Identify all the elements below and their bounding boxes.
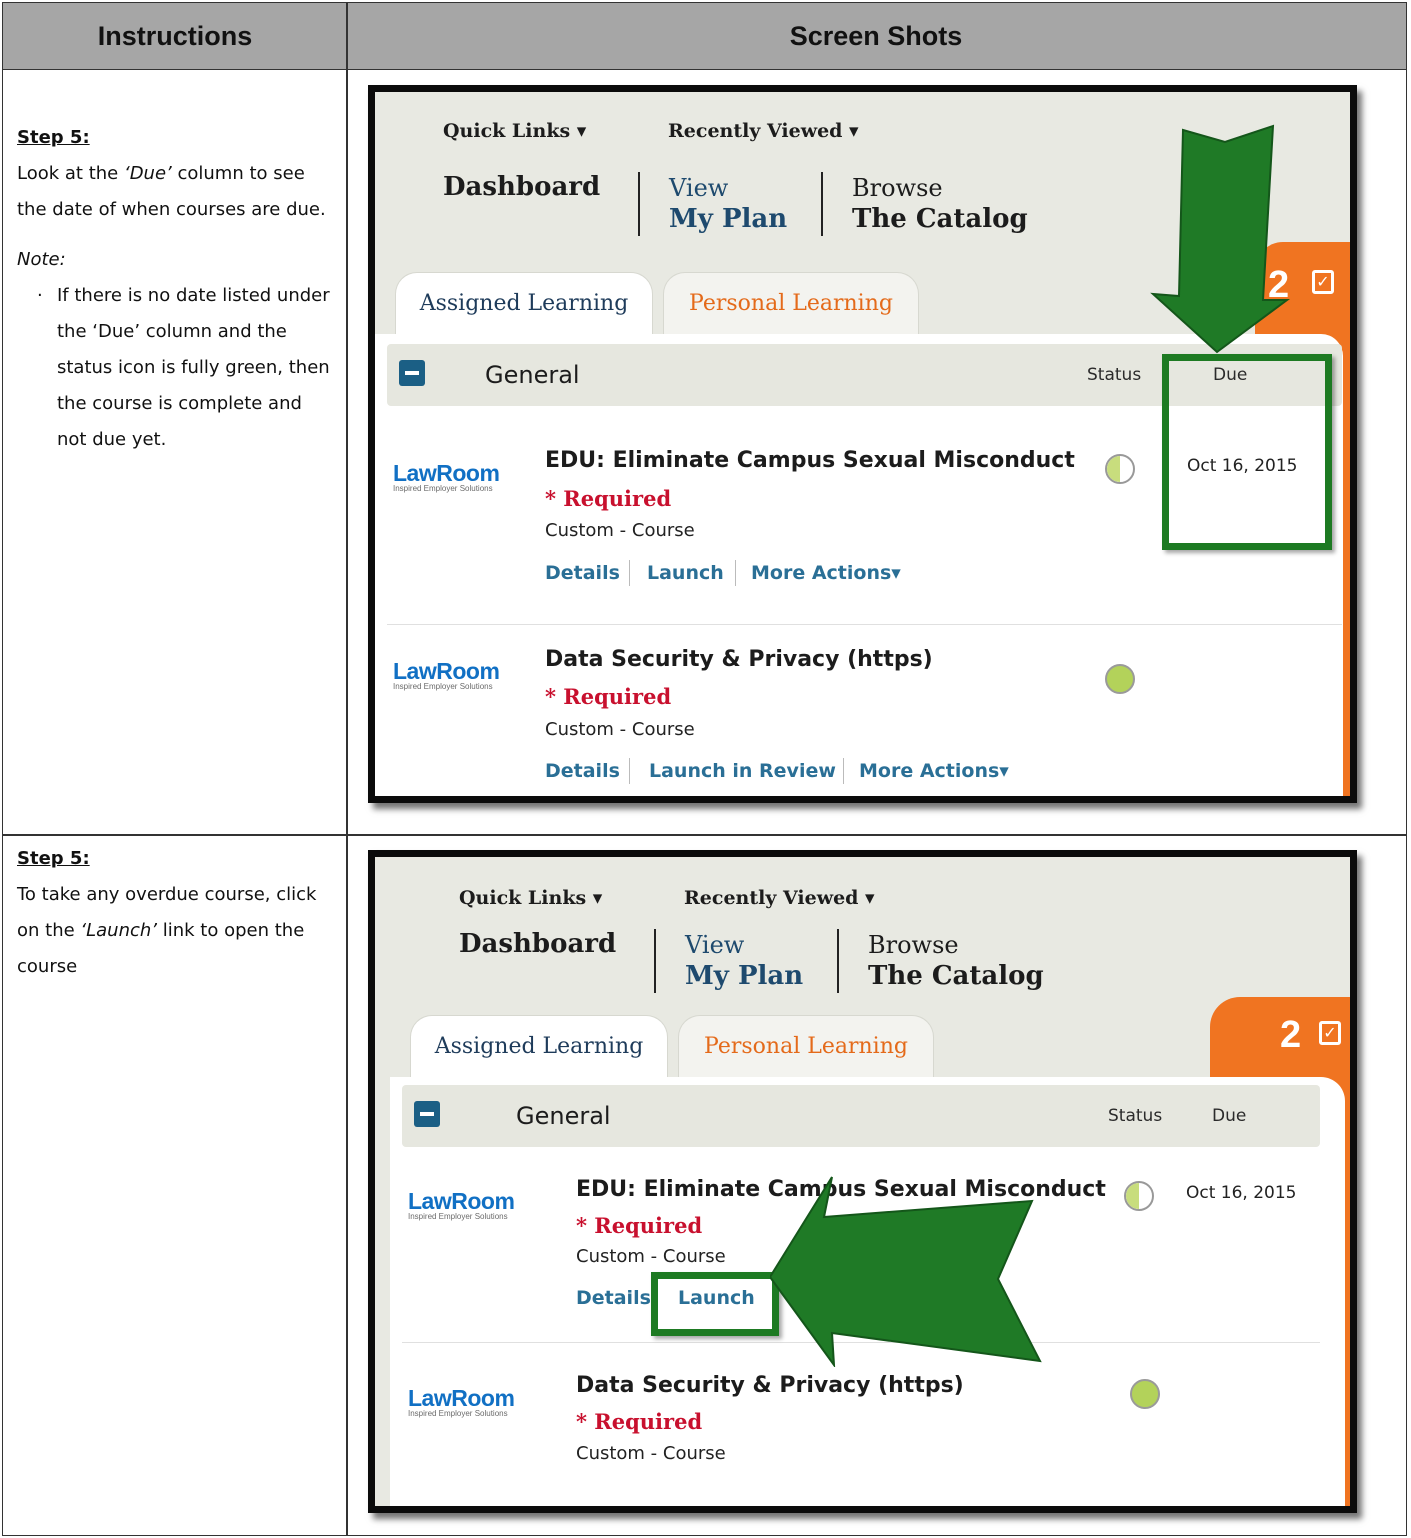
nav-separator: [837, 929, 839, 993]
due-date: Oct 16, 2015: [1186, 1183, 1297, 1203]
down-arrow-icon: [1150, 124, 1291, 354]
details-link[interactable]: Details: [545, 760, 620, 782]
more-actions-link[interactable]: More Actions▾: [859, 760, 1009, 782]
checklist-icon: ✓: [1312, 270, 1334, 294]
screenshot-launch-link: Quick Links ▾ Recently Viewed ▾ Dashboar…: [368, 850, 1357, 1513]
due-column-highlight: [1162, 354, 1332, 550]
lawroom-logo: LawRoom Inspired Employer Solutions: [393, 658, 500, 692]
step-text: Look at the ‘Due’ column to see the date…: [17, 156, 335, 228]
logo-name: LawRoom: [408, 1385, 515, 1411]
required-label: * Required: [545, 486, 672, 511]
row1-instructions: Step 5: Look at the ‘Due’ column to see …: [17, 120, 335, 458]
note-item: · If there is no date listed under the ‘D…: [17, 278, 335, 458]
status-in-progress-icon: [1105, 454, 1135, 484]
tab-personal-learning[interactable]: Personal Learning: [663, 272, 919, 335]
table-header: Instructions Screen Shots: [3, 3, 1406, 70]
launch-in-review-link[interactable]: Launch in Review: [649, 760, 836, 782]
browse-label[interactable]: Browse: [868, 931, 959, 959]
group-title: General: [485, 361, 580, 389]
step-label: Step 5:: [17, 848, 90, 869]
course-type: Custom - Course: [576, 1246, 726, 1267]
more-actions-link[interactable]: More Actions▾: [751, 562, 901, 584]
tab-assigned-learning[interactable]: Assigned Learning: [395, 272, 653, 335]
step-label: Step 5:: [17, 127, 90, 148]
logo-tagline: Inspired Employer Solutions: [408, 1212, 508, 1221]
status-complete-icon: [1105, 664, 1135, 694]
status-in-progress-icon: [1124, 1181, 1154, 1211]
step-text-emphasis: ‘Launch’: [80, 920, 158, 941]
required-label: * Required: [545, 684, 672, 709]
nav-separator: [821, 172, 823, 236]
row2-instructions: Step 5: To take any overdue course, clic…: [17, 841, 335, 985]
link-separator: [843, 758, 844, 784]
nav-separator: [638, 172, 640, 236]
dashboard-link[interactable]: Dashboard: [459, 929, 616, 959]
course-divider: [387, 624, 1342, 625]
tab-assigned-learning[interactable]: Assigned Learning: [410, 1015, 668, 1078]
screenshot-due-column: Quick Links ▾ Recently Viewed ▾ Dashboar…: [368, 85, 1357, 803]
quick-links-menu[interactable]: Quick Links ▾: [459, 887, 602, 909]
status-column-header[interactable]: Status: [1108, 1106, 1162, 1126]
details-link[interactable]: Details: [576, 1287, 651, 1309]
due-column-header[interactable]: Due: [1212, 1106, 1246, 1126]
logo-name: LawRoom: [408, 1188, 515, 1214]
note-list: · If there is no date listed under the ‘D…: [17, 278, 335, 458]
course-type: Custom - Course: [545, 719, 695, 740]
required-label: * Required: [576, 1409, 703, 1434]
dashboard-link[interactable]: Dashboard: [443, 172, 600, 202]
assigned-count-badge: 2: [1280, 1014, 1302, 1056]
lawroom-logo: LawRoom Inspired Employer Solutions: [408, 1385, 515, 1419]
column-divider: [346, 3, 348, 1535]
lawroom-logo: LawRoom Inspired Employer Solutions: [408, 1188, 515, 1222]
my-plan-link[interactable]: My Plan: [669, 204, 787, 234]
collapse-icon[interactable]: [414, 1101, 440, 1127]
step-text-part: Look at the: [17, 163, 124, 184]
course-title[interactable]: Data Security & Privacy (https): [545, 647, 933, 672]
view-label[interactable]: View: [685, 931, 744, 959]
course-title[interactable]: EDU: Eliminate Campus Sexual Misconduct: [545, 448, 1075, 473]
my-plan-link[interactable]: My Plan: [685, 961, 803, 991]
course-type: Custom - Course: [576, 1443, 726, 1464]
required-label: * Required: [576, 1213, 703, 1238]
collapse-icon[interactable]: [399, 360, 425, 386]
bullet-icon: ·: [37, 285, 43, 306]
status-column-header[interactable]: Status: [1087, 365, 1141, 385]
tab-personal-learning[interactable]: Personal Learning: [678, 1015, 934, 1078]
the-catalog-link[interactable]: The Catalog: [868, 961, 1044, 991]
left-arrow-icon: [770, 1176, 1042, 1367]
course-title[interactable]: Data Security & Privacy (https): [576, 1373, 964, 1398]
view-label[interactable]: View: [669, 174, 728, 202]
step-text: To take any overdue course, click on the…: [17, 877, 335, 985]
recently-viewed-menu[interactable]: Recently Viewed ▾: [668, 120, 859, 142]
the-catalog-link[interactable]: The Catalog: [852, 204, 1028, 234]
row-divider: [3, 834, 1406, 836]
instructions-heading: Instructions: [97, 21, 253, 51]
status-complete-icon: [1130, 1379, 1160, 1409]
logo-tagline: Inspired Employer Solutions: [393, 682, 493, 691]
link-separator: [629, 560, 630, 586]
group-header: General Status Due: [402, 1085, 1320, 1147]
recently-viewed-menu[interactable]: Recently Viewed ▾: [684, 887, 875, 909]
details-link[interactable]: Details: [545, 562, 620, 584]
link-separator: [629, 758, 630, 784]
lawroom-logo: LawRoom Inspired Employer Solutions: [393, 460, 500, 494]
launch-link[interactable]: Launch: [647, 562, 724, 584]
browse-label[interactable]: Browse: [852, 174, 943, 202]
group-title: General: [516, 1102, 611, 1130]
launch-link-highlight: [651, 1272, 779, 1336]
note-text: If there is no date listed under the ‘Du…: [57, 285, 330, 450]
logo-tagline: Inspired Employer Solutions: [393, 484, 493, 493]
screenshots-heading: Screen Shots: [789, 21, 963, 51]
quick-links-menu[interactable]: Quick Links ▾: [443, 120, 586, 142]
logo-name: LawRoom: [393, 460, 500, 486]
course-type: Custom - Course: [545, 520, 695, 541]
nav-separator: [654, 929, 656, 993]
step-text-emphasis: ‘Due’: [123, 163, 172, 184]
logo-tagline: Inspired Employer Solutions: [408, 1409, 508, 1418]
checklist-icon: ✓: [1319, 1021, 1341, 1045]
link-separator: [735, 560, 736, 586]
note-label: Note:: [17, 249, 66, 270]
logo-name: LawRoom: [393, 658, 500, 684]
